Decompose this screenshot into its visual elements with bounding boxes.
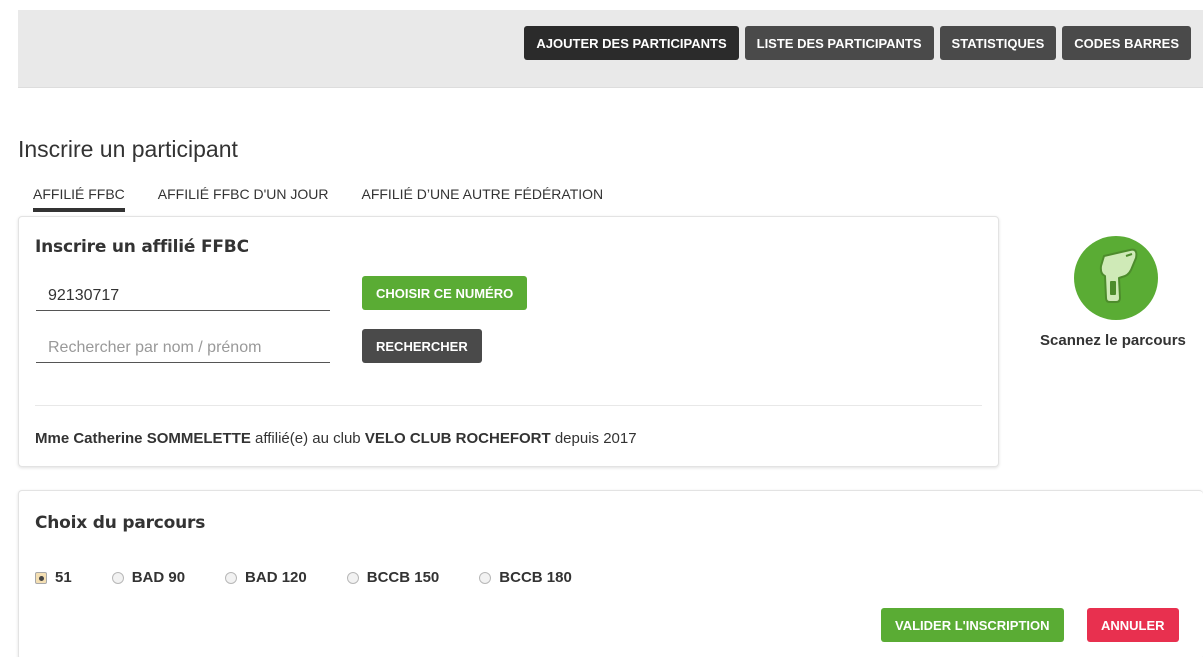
route-option-51[interactable]: 51: [35, 569, 72, 586]
route-radio-bccb-180[interactable]: [479, 571, 492, 584]
page-title: Inscrire un participant: [18, 136, 238, 162]
affiliation-tabs: AFFILIÉ FFBC AFFILIÉ FFBC D'UN JOUR AFFI…: [33, 186, 603, 212]
member-info: Mme Catherine SOMMELETTE affilié(e) au c…: [35, 430, 637, 447]
route-radio-bad-90[interactable]: [111, 571, 124, 584]
route-option-bad-120[interactable]: BAD 120: [225, 569, 307, 586]
search-name-input[interactable]: [36, 333, 330, 363]
top-bar: AJOUTER DES PARTICIPANTS LISTE DES PARTI…: [18, 10, 1203, 88]
route-card-title: Choix du parcours: [35, 513, 206, 533]
route-label-bccb-150: BCCB 150: [366, 569, 440, 586]
route-radio-bccb-150[interactable]: [346, 571, 359, 584]
route-option-bccb-150[interactable]: BCCB 150: [346, 569, 440, 586]
search-button[interactable]: RECHERCHER: [362, 329, 482, 363]
member-number-input[interactable]: [36, 281, 330, 311]
nav-participants-list-button[interactable]: LISTE DES PARTICIPANTS: [744, 26, 934, 60]
nav-add-participants-button[interactable]: AJOUTER DES PARTICIPANTS: [524, 26, 739, 60]
route-radio-51[interactable]: [35, 571, 47, 584]
tab-ffbc[interactable]: AFFILIÉ FFBC: [33, 186, 125, 212]
route-options: 51 BAD 90 BAD 120 BCCB 150 BCCB 180: [35, 569, 612, 586]
register-card: Inscrire un affilié FFBC CHOISIR CE NUMÉ…: [18, 216, 999, 467]
member-text-club: affilié(e) au club: [250, 430, 365, 447]
member-club: VELO CLUB ROCHEFORT: [364, 430, 551, 447]
member-text-since: depuis 2017: [550, 430, 637, 447]
nav-barcodes-button[interactable]: CODES BARRES: [1062, 26, 1191, 60]
route-label-bad-90: BAD 90: [131, 569, 186, 586]
route-card: Choix du parcours 51 BAD 90 BAD 120 BCCB…: [18, 490, 1203, 657]
divider: [35, 405, 982, 406]
tab-ffbc-one-day[interactable]: AFFILIÉ FFBC D'UN JOUR: [158, 186, 329, 212]
choose-number-button[interactable]: CHOISIR CE NUMÉRO: [362, 276, 528, 310]
route-label-bad-120: BAD 120: [245, 569, 307, 586]
nav-statistics-button[interactable]: STATISTIQUES: [939, 26, 1057, 60]
route-label-51: 51: [55, 569, 72, 586]
route-option-bad-90[interactable]: BAD 90: [111, 569, 186, 586]
barcode-scanner-icon[interactable]: [1074, 236, 1158, 320]
tab-other-federation[interactable]: AFFILIÉ D’UNE AUTRE FÉDÉRATION: [361, 186, 603, 212]
top-nav: AJOUTER DES PARTICIPANTS LISTE DES PARTI…: [524, 26, 1191, 60]
route-radio-bad-120[interactable]: [225, 571, 238, 584]
register-card-title: Inscrire un affilié FFBC: [35, 237, 249, 257]
cancel-button[interactable]: ANNULER: [1087, 608, 1179, 642]
scan-route-label: Scannez le parcours: [1040, 332, 1186, 349]
route-label-bccb-180: BCCB 180: [499, 569, 572, 586]
route-option-bccb-180[interactable]: BCCB 180: [479, 569, 572, 586]
validate-registration-button[interactable]: VALIDER L'INSCRIPTION: [881, 608, 1064, 642]
member-name: Mme Catherine SOMMELETTE: [35, 430, 251, 447]
